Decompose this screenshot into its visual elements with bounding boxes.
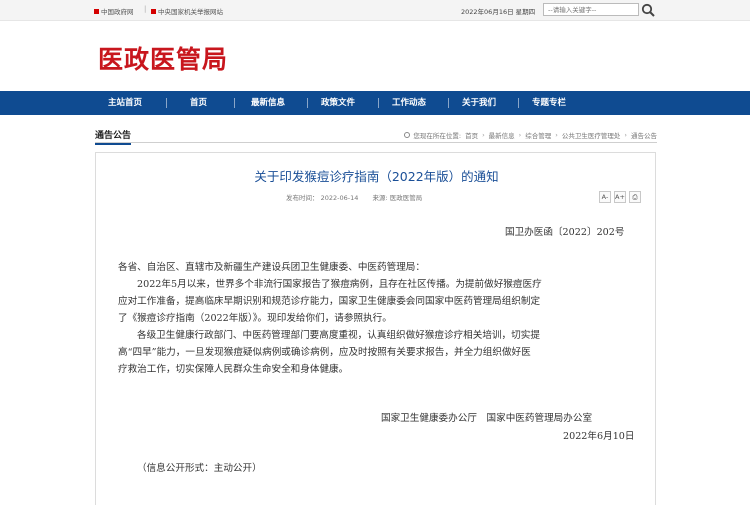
document-number: 国卫办医函〔2022〕202号 xyxy=(505,227,625,238)
article-title: 关于印发猴痘诊疗指南（2022年版）的通知 xyxy=(254,169,499,184)
top-utility-bar: 中国政府网 | 中央国家机关举报网站 2022年06月16日 星期四 xyxy=(0,0,750,21)
signature-date: 2022年6月10日 xyxy=(563,431,635,442)
nav-main-home[interactable]: 主站首页 xyxy=(108,91,142,115)
body-line: 了《猴痘诊疗指南（2022年版）》。现印发给你们，请参照执行。 xyxy=(118,313,392,324)
publish-date: 2022-06-14 xyxy=(320,194,359,202)
breadcrumb-latest-info[interactable]: 最新信息 xyxy=(489,130,515,140)
main-nav: 主站首页 首页 最新信息 政策文件 工作动态 关于我们 专题专栏 xyxy=(0,91,750,115)
body-line: 疗救治工作，切实保障人民群众生命安全和身体健康。 xyxy=(118,364,349,375)
nav-separator xyxy=(234,98,235,108)
search-icon[interactable] xyxy=(641,3,655,17)
breadcrumb-prefix: 您现在所在位置: xyxy=(413,132,462,140)
body-line: 应对工作准备，提高临床早期识别和规范诊疗能力，国家卫生健康委会同国家中医药管理局… xyxy=(118,296,541,307)
current-date: 2022年06月16日 星期四 xyxy=(461,8,536,16)
article-container: 关于印发猴痘诊疗指南（2022年版）的通知 发布时间： 2022-06-14 来… xyxy=(95,152,656,505)
section-header: 通告公告 您现在所在位置: 首页 › 最新信息 › 综合管理 › 公共卫生医疗管… xyxy=(95,127,657,145)
nav-special-topics[interactable]: 专题专栏 xyxy=(532,91,566,115)
section-title: 通告公告 xyxy=(95,128,132,145)
flag-icon xyxy=(94,8,99,14)
article-tools: A- A+ ⎙ xyxy=(596,191,641,203)
body-line: 高“四早”能力，一旦发现猴痘疑似病例或确诊病例，应及时按照有关要求报告，并全力组… xyxy=(118,347,531,358)
nav-separator xyxy=(518,98,519,108)
flag-icon xyxy=(151,8,156,14)
nav-work-updates[interactable]: 工作动态 xyxy=(392,91,426,115)
nav-about-us[interactable]: 关于我们 xyxy=(462,91,496,115)
nav-separator xyxy=(307,98,308,108)
breadcrumb-home[interactable]: 首页 xyxy=(465,130,478,140)
breadcrumb-arrow: › xyxy=(518,131,522,139)
source-label: 来源: xyxy=(372,194,388,202)
font-increase-button[interactable]: A+ xyxy=(614,191,626,203)
addressee-line: 各省、自治区、直辖市及新疆生产建设兵团卫生健康委、中医药管理局： xyxy=(118,262,425,273)
nav-separator xyxy=(378,98,379,108)
search-input[interactable] xyxy=(543,3,639,16)
breadcrumb-public-health-dept[interactable]: 公共卫生医疗管理处 xyxy=(562,130,621,140)
signature-line: 国家卫生健康委办公厅 国家中医药管理局办公室 xyxy=(381,413,593,424)
breadcrumb-general-management[interactable]: 综合管理 xyxy=(525,130,551,140)
nav-separator xyxy=(448,98,449,108)
breadcrumb-arrow: › xyxy=(555,131,558,139)
font-decrease-button[interactable]: A- xyxy=(599,191,611,203)
body-line: 2022年5月以来，世界多个非流行国家报告了猴痘病例，且存在社区传播。为提前做好… xyxy=(137,279,542,290)
disclosure-note: （信息公开形式：主动公开） xyxy=(137,463,262,474)
body-line: 各级卫生健康行政部门、中医药管理部门要高度重视，认真组织做好猴痘诊疗相关培训，切… xyxy=(137,330,540,341)
gov-portal-link[interactable]: 中国政府网 xyxy=(94,6,134,16)
publish-label: 发布时间： xyxy=(286,194,319,202)
breadcrumb-arrow: › xyxy=(482,131,485,139)
nav-latest-info[interactable]: 最新信息 xyxy=(251,91,285,115)
nav-home[interactable]: 首页 xyxy=(190,91,207,115)
topbar-separator: | xyxy=(144,5,147,13)
breadcrumb-current[interactable]: 通告公告 xyxy=(631,130,657,140)
report-site-link[interactable]: 中央国家机关举报网站 xyxy=(151,6,223,16)
nav-separator xyxy=(166,98,167,108)
print-icon[interactable]: ⎙ xyxy=(629,191,641,203)
source-value: 医政医管局 xyxy=(389,194,423,202)
article-meta: 发布时间： 2022-06-14 来源: 医政医管局 xyxy=(286,192,422,202)
nav-policy-docs[interactable]: 政策文件 xyxy=(321,91,355,115)
site-logo[interactable]: 医政医管局 xyxy=(98,40,228,76)
breadcrumb: 您现在所在位置: 首页 › 最新信息 › 综合管理 › 公共卫生医疗管理处 › … xyxy=(404,130,657,140)
breadcrumb-arrow: › xyxy=(624,131,627,139)
location-icon xyxy=(404,132,411,138)
